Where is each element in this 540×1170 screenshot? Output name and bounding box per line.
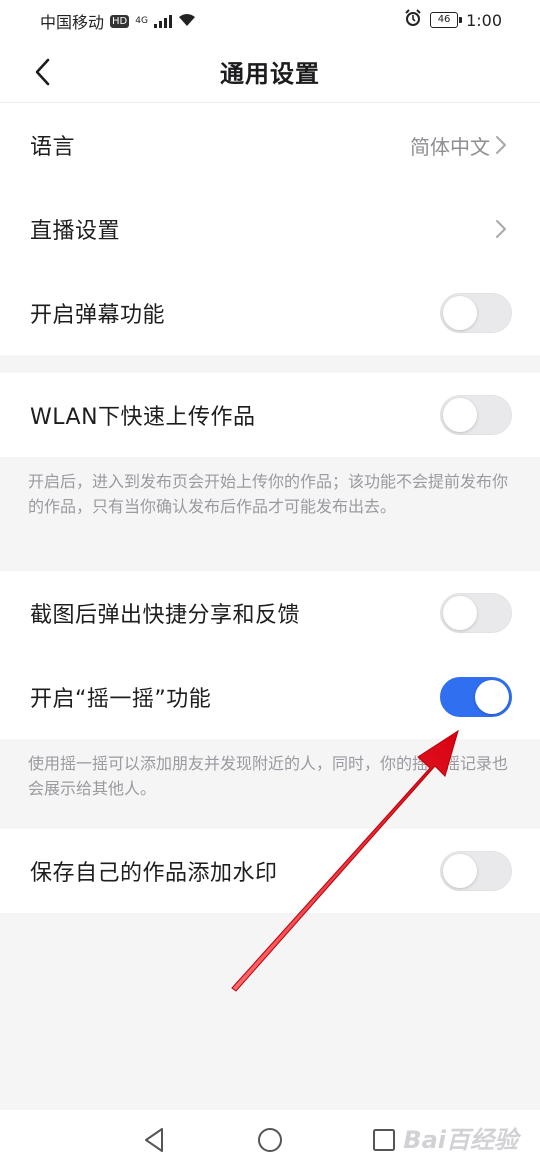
top-navigation-bar: 通用设置 <box>0 38 540 103</box>
toggle-knob <box>443 398 477 432</box>
alarm-icon <box>404 9 422 31</box>
toggle-knob <box>443 854 477 888</box>
watermark-toggle[interactable] <box>440 851 512 891</box>
clock-time: 1:00 <box>466 10 502 30</box>
nav-recents-icon[interactable] <box>368 1124 400 1156</box>
baidu-watermark: Bai百经验 <box>403 1126 518 1154</box>
nav-back-icon[interactable] <box>138 1124 170 1156</box>
screenshot-share-label: 截图后弹出快捷分享和反馈 <box>30 603 301 628</box>
wlan-upload-label: WLAN下快速上传作品 <box>30 405 256 430</box>
nav-home-icon[interactable] <box>254 1124 286 1156</box>
shake-label: 开启“摇一摇”功能 <box>30 687 212 712</box>
shake-setting-row: 开启“摇一摇”功能 <box>0 655 540 739</box>
danmaku-setting-row: 开启弹幕功能 <box>0 271 540 355</box>
network-type-label: 4G <box>135 15 148 26</box>
wlan-upload-setting-row: WLAN下快速上传作品 <box>0 373 540 457</box>
wlan-upload-description: 开启后，进入到发布页会开始上传你的作品；该功能不会提前发布你的作品，只有当你确认… <box>28 472 509 516</box>
toggle-knob <box>475 680 509 714</box>
language-setting-row[interactable]: 语言 简体中文 <box>0 103 540 187</box>
danmaku-toggle[interactable] <box>440 293 512 333</box>
screenshot-share-setting-row: 截图后弹出快捷分享和反馈 <box>0 571 540 655</box>
page-title: 通用设置 <box>220 60 320 88</box>
shake-toggle[interactable] <box>440 677 512 717</box>
shake-description: 使用摇一摇可以添加朋友并发现附近的人，同时，你的摇一摇记录也会展示给其他人。 <box>28 754 509 798</box>
signal-icon <box>153 14 172 28</box>
language-value: 简体中文 <box>410 134 490 159</box>
danmaku-label: 开启弹幕功能 <box>30 303 166 328</box>
toggle-knob <box>443 296 477 330</box>
chevron-right-icon <box>496 136 506 154</box>
wifi-icon <box>178 12 196 31</box>
live-settings-row[interactable]: 直播设置 <box>0 187 540 271</box>
watermark-setting-row: 保存自己的作品添加水印 <box>0 829 540 913</box>
live-settings-label: 直播设置 <box>30 219 121 244</box>
language-label: 语言 <box>30 135 76 160</box>
screenshot-share-toggle[interactable] <box>440 593 512 633</box>
hd-icon: HD <box>110 14 130 28</box>
battery-icon: 46 <box>430 12 463 28</box>
status-bar: 中国移动 HD 4G 46 1:00 <box>0 0 540 38</box>
chevron-right-icon <box>496 220 506 238</box>
watermark-label: 保存自己的作品添加水印 <box>30 861 278 886</box>
carrier-label: 中国移动 <box>40 13 105 32</box>
toggle-knob <box>443 596 477 630</box>
wlan-upload-toggle[interactable] <box>440 395 512 435</box>
